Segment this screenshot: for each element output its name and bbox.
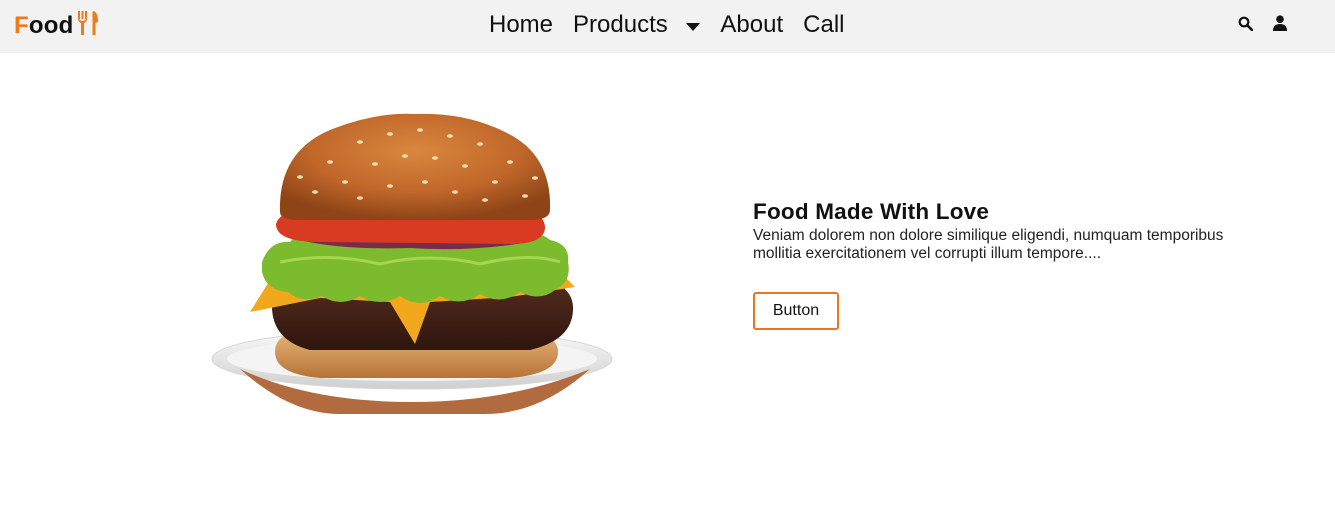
nav-about[interactable]: About xyxy=(720,11,783,39)
burger-image xyxy=(210,112,615,414)
fork-knife-icon xyxy=(73,10,99,43)
nav-call[interactable]: Call xyxy=(803,11,844,39)
caret-down-icon xyxy=(686,11,701,39)
search-icon[interactable] xyxy=(1237,14,1253,32)
nav-home[interactable]: Home xyxy=(489,11,553,39)
main-menu: Home Products About Call xyxy=(489,9,844,41)
hero-button[interactable]: Button xyxy=(753,292,839,330)
hero-description: Veniam dolorem non dolore similique elig… xyxy=(753,227,1224,262)
brand-first-letter: F xyxy=(14,12,29,39)
brand-name-rest: ood xyxy=(28,12,74,39)
nav-products[interactable]: Products xyxy=(573,11,701,39)
navbar: Food Home Products About Call xyxy=(0,0,1335,53)
hero-content: Food Made With Love Veniam dolorem non d… xyxy=(753,199,1253,330)
hero-title: Food Made With Love xyxy=(753,199,990,224)
brand-logo[interactable]: Food xyxy=(14,10,99,42)
nav-products-label: Products xyxy=(573,11,668,38)
user-icon[interactable] xyxy=(1272,14,1288,32)
nav-icons xyxy=(1237,14,1288,32)
